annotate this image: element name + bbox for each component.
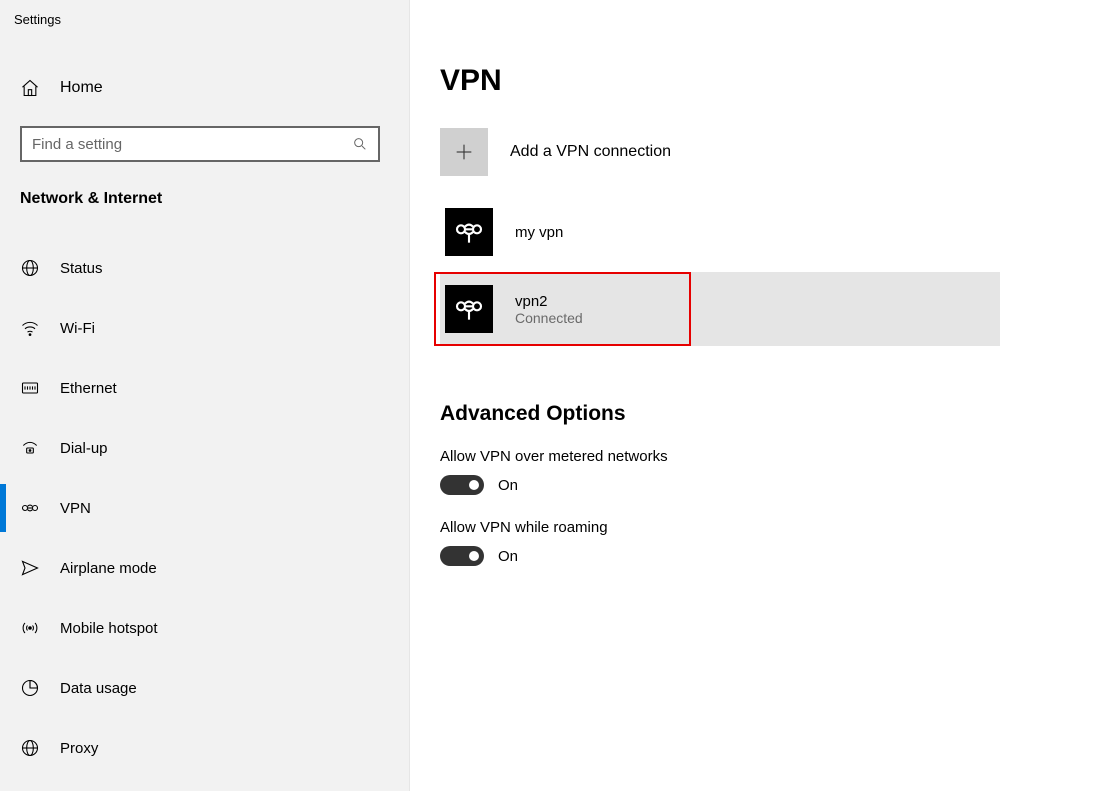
hotspot-icon	[20, 618, 40, 638]
window-title: Settings	[0, 0, 409, 36]
sidebar-item-hotspot[interactable]: Mobile hotspot	[0, 604, 389, 652]
add-vpn-label: Add a VPN connection	[510, 143, 671, 161]
globe-icon	[20, 258, 40, 278]
toggle-roaming: Allow VPN while roaming On	[440, 519, 1096, 566]
toggle-switch-metered[interactable]	[440, 475, 484, 495]
sidebar-item-dialup[interactable]: Dial-up	[0, 424, 389, 472]
toggle-state: On	[498, 548, 518, 565]
toggle-metered: Allow VPN over metered networks On	[440, 448, 1096, 495]
search-icon	[352, 136, 368, 152]
sidebar-item-label: Proxy	[60, 740, 98, 757]
sidebar-item-label: VPN	[60, 500, 91, 517]
vpn-icon	[445, 285, 493, 333]
vpn-connection-item[interactable]: my vpn	[440, 202, 1096, 262]
sidebar-item-datausage[interactable]: Data usage	[0, 664, 389, 712]
sidebar-item-proxy[interactable]: Proxy	[0, 724, 389, 772]
ethernet-icon	[20, 378, 40, 398]
vpn-connection-item[interactable]: vpn2 Connected	[440, 272, 1000, 346]
plus-icon	[440, 128, 488, 176]
proxy-icon	[20, 738, 40, 758]
data-usage-icon	[20, 678, 40, 698]
wifi-icon	[20, 318, 40, 338]
page-title: VPN	[440, 64, 1096, 98]
sidebar-item-label: Data usage	[60, 680, 137, 697]
sidebar: Settings Home Network & Internet	[0, 0, 410, 791]
toggle-knob	[469, 551, 479, 561]
search-input[interactable]	[32, 136, 352, 153]
toggle-label: Allow VPN while roaming	[440, 519, 1096, 536]
sidebar-item-ethernet[interactable]: Ethernet	[0, 364, 389, 412]
sidebar-item-label: Status	[60, 260, 103, 277]
vpn-icon	[445, 208, 493, 256]
vpn-icon	[20, 498, 40, 518]
search-box[interactable]	[20, 126, 380, 162]
home-label: Home	[60, 79, 103, 97]
sidebar-item-label: Dial-up	[60, 440, 108, 457]
sidebar-item-label: Mobile hotspot	[60, 620, 158, 637]
home-icon	[20, 78, 40, 98]
toggle-state: On	[498, 477, 518, 494]
dialup-icon	[20, 438, 40, 458]
sidebar-item-label: Wi-Fi	[60, 320, 95, 337]
sidebar-item-vpn[interactable]: VPN	[0, 484, 389, 532]
category-header: Network & Internet	[20, 190, 389, 208]
home-link[interactable]: Home	[20, 72, 389, 104]
sidebar-content: Home Network & Internet	[0, 36, 409, 784]
toggle-knob	[469, 480, 479, 490]
vpn-connection-name: vpn2	[515, 293, 583, 310]
sidebar-item-status[interactable]: Status	[0, 244, 389, 292]
toggle-label: Allow VPN over metered networks	[440, 448, 1096, 465]
sidebar-item-label: Ethernet	[60, 380, 117, 397]
advanced-header: Advanced Options	[440, 402, 1096, 426]
vpn-connection-status: Connected	[515, 310, 583, 326]
main-panel: VPN Add a VPN connection my vpn	[410, 0, 1096, 791]
nav-list: Status Wi-Fi	[0, 244, 389, 772]
toggle-switch-roaming[interactable]	[440, 546, 484, 566]
sidebar-item-label: Airplane mode	[60, 560, 157, 577]
add-vpn-button[interactable]: Add a VPN connection	[440, 128, 1096, 176]
sidebar-item-airplane[interactable]: Airplane mode	[0, 544, 389, 592]
sidebar-item-wifi[interactable]: Wi-Fi	[0, 304, 389, 352]
vpn-connection-name: my vpn	[515, 224, 563, 241]
airplane-icon	[20, 558, 40, 578]
